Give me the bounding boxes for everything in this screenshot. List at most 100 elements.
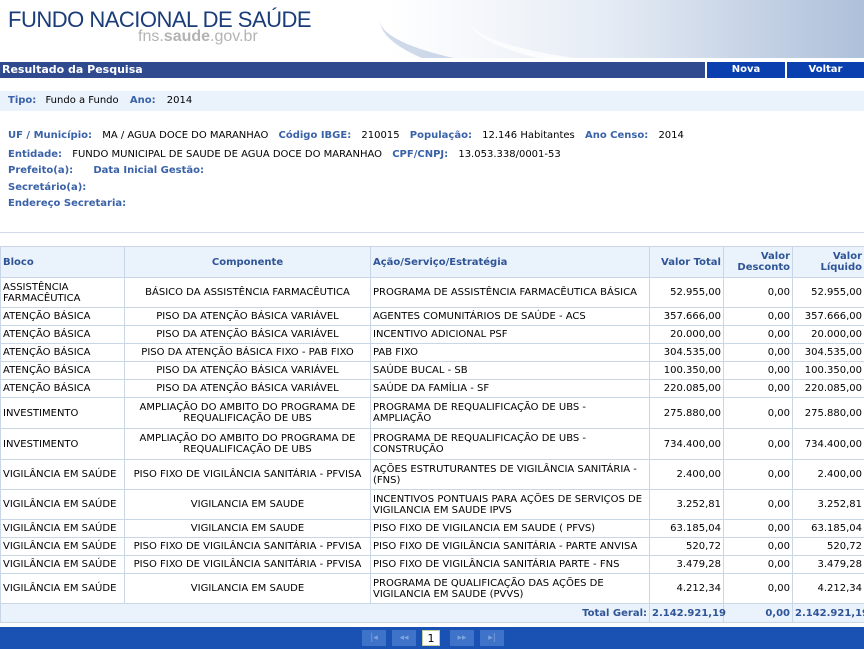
total-label: Total Geral:	[0, 603, 650, 623]
table-row: VIGILÂNCIA EM SAÚDE VIGILANCIA EM SAUDE IN…	[0, 489, 864, 520]
secretario-row: Secretário(a):	[8, 182, 93, 193]
first-page-button[interactable]: |◂	[362, 630, 386, 646]
cnpj-value: 13.053.338/0001-53	[458, 149, 561, 160]
cell-valor-total: 275.880,00	[649, 397, 724, 429]
site-url: fns.saude.gov.br	[138, 28, 258, 46]
cell-acao: INCENTIVO ADICIONAL PSF	[370, 325, 650, 344]
cell-acao: PISO FIXO DE VIGILÂNCIA SANITÁRIA PARTE …	[370, 555, 650, 574]
cell-acao: PROGRAMA DE ASSISTÊNCIA FARMACÊUTICA BÁS…	[370, 277, 650, 308]
cell-valor-liquido: 304.535,00	[792, 343, 864, 362]
table-row: VIGILÂNCIA EM SAÚDE VIGILANCIA EM SAUDE PI…	[0, 519, 864, 538]
cell-valor-liquido: 100.350,00	[792, 361, 864, 380]
cell-valor-desconto: 0,00	[723, 573, 793, 604]
site-header: FUNDO NACIONAL DE SAÚDE fns.saude.gov.br	[0, 0, 864, 58]
result-title: Resultado da Pesquisa	[2, 63, 143, 76]
cell-componente: PISO DA ATENÇÃO BÁSICA VARIÁVEL	[124, 379, 371, 398]
cell-valor-desconto: 0,00	[723, 277, 793, 308]
cell-valor-liquido: 2.400,00	[792, 459, 864, 490]
col-header-componente: Componente	[124, 246, 371, 278]
cell-componente: VIGILANCIA EM SAUDE	[124, 519, 371, 538]
cell-bloco: INVESTIMENTO	[0, 397, 125, 429]
cell-componente: BÁSICO DA ASSISTÊNCIA FARMACÊUTICA	[124, 277, 371, 308]
cell-componente: PISO FIXO DE VIGILÂNCIA SANITÁRIA - PFVI…	[124, 459, 371, 490]
table-body: ASSISTÊNCIA FARMACÊUTICA BÁSICO DA ASSIST…	[0, 277, 864, 623]
cell-acao: PROGRAMA DE REQUALIFICAÇÃO DE UBS - AMPL…	[370, 397, 650, 429]
cell-valor-liquido: 3.479,28	[792, 555, 864, 574]
table-row: ATENÇÃO BÁSICA PISO DA ATENÇÃO BÁSICA VAR…	[0, 325, 864, 344]
cell-acao: PAB FIXO	[370, 343, 650, 362]
col-header-valor-liquido: Valor Líquido	[792, 246, 864, 278]
cell-valor-desconto: 0,00	[723, 397, 793, 429]
cell-componente: PISO DA ATENÇÃO BÁSICA VARIÁVEL	[124, 361, 371, 380]
cell-acao: INCENTIVOS PONTUAIS PARA AÇÕES DE SERVIÇ…	[370, 489, 650, 520]
cell-valor-desconto: 0,00	[723, 325, 793, 344]
cell-bloco: VIGILÂNCIA EM SAÚDE	[0, 537, 125, 556]
current-page[interactable]: 1	[422, 630, 440, 646]
table-row: VIGILÂNCIA EM SAÚDE VIGILANCIA EM SAUDE PR…	[0, 573, 864, 604]
cell-valor-desconto: 0,00	[723, 537, 793, 556]
table-row: ATENÇÃO BÁSICA PISO DA ATENÇÃO BÁSICA VAR…	[0, 307, 864, 326]
total-row: Total Geral: 2.142.921,19 0,00 2.142.921,19	[0, 603, 864, 623]
cell-bloco: INVESTIMENTO	[0, 428, 125, 460]
cell-acao: AGENTES COMUNITÁRIOS DE SAÚDE - ACS	[370, 307, 650, 326]
col-header-acao: Ação/Serviço/Estratégia	[370, 246, 650, 278]
cell-valor-total: 304.535,00	[649, 343, 724, 362]
tipo-value: Fundo a Fundo	[45, 95, 119, 106]
data-inicial-label: Data Inicial Gestão:	[93, 165, 205, 176]
cell-valor-total: 220.085,00	[649, 379, 724, 398]
cell-valor-total: 4.212,34	[649, 573, 724, 604]
cell-componente: VIGILANCIA EM SAUDE	[124, 573, 371, 604]
cell-valor-liquido: 3.252,81	[792, 489, 864, 520]
cell-componente: PISO DA ATENÇÃO BÁSICA VARIÁVEL	[124, 307, 371, 326]
cell-bloco: VIGILÂNCIA EM SAÚDE	[0, 573, 125, 604]
prev-page-button[interactable]: ◂◂	[392, 630, 416, 646]
cell-acao: PROGRAMA DE REQUALIFICAÇÃO DE UBS - CONS…	[370, 428, 650, 460]
cell-bloco: ATENÇÃO BÁSICA	[0, 343, 125, 362]
cell-bloco: ATENÇÃO BÁSICA	[0, 379, 125, 398]
table-row: ASSISTÊNCIA FARMACÊUTICA BÁSICO DA ASSIST…	[0, 277, 864, 308]
cell-valor-liquido: 734.400,00	[792, 428, 864, 460]
cell-valor-total: 63.185,04	[649, 519, 724, 538]
table-row: VIGILÂNCIA EM SAÚDE PISO FIXO DE VIGILÂNC…	[0, 459, 864, 490]
secretario-label: Secretário(a):	[8, 182, 87, 193]
divider	[0, 232, 864, 233]
cell-bloco: ASSISTÊNCIA FARMACÊUTICA	[0, 277, 125, 308]
cell-valor-desconto: 0,00	[723, 519, 793, 538]
last-page-button[interactable]: ▸|	[480, 630, 504, 646]
populacao-label: População:	[409, 130, 472, 141]
col-header-valor-desconto: Valor Desconto	[723, 246, 793, 278]
endereco-row: Endereço Secretaria:	[8, 198, 133, 209]
site-url-prefix: fns.	[138, 28, 164, 45]
cell-valor-desconto: 0,00	[723, 459, 793, 490]
uf-label: UF / Município:	[8, 130, 92, 141]
populacao-value: 12.146 Habitantes	[482, 130, 575, 141]
cell-bloco: ATENÇÃO BÁSICA	[0, 307, 125, 326]
cell-acao: PISO FIXO DE VIGILANCIA EM SAUDE ( PFVS)	[370, 519, 650, 538]
site-url-suffix: .gov.br	[210, 28, 258, 45]
table-row: VIGILÂNCIA EM SAÚDE PISO FIXO DE VIGILÂNC…	[0, 537, 864, 556]
cell-valor-total: 52.955,00	[649, 277, 724, 308]
header-decoration	[470, 0, 864, 58]
total-valor-liquido: 2.142.921,19	[792, 603, 864, 623]
table-header-row: Bloco Componente Ação/Serviço/Estratégia…	[0, 246, 864, 278]
cell-componente: PISO FIXO DE VIGILÂNCIA SANITÁRIA - PFVI…	[124, 537, 371, 556]
cell-valor-total: 520,72	[649, 537, 724, 556]
total-valor-desconto: 0,00	[723, 603, 793, 623]
cell-valor-liquido: 220.085,00	[792, 379, 864, 398]
cell-acao: SAÚDE BUCAL - SB	[370, 361, 650, 380]
voltar-button[interactable]: Voltar	[785, 62, 864, 78]
cell-componente: VIGILANCIA EM SAUDE	[124, 489, 371, 520]
cell-bloco: VIGILÂNCIA EM SAÚDE	[0, 489, 125, 520]
cell-componente: PISO DA ATENÇÃO BÁSICA FIXO - PAB FIXO	[124, 343, 371, 362]
cnpj-label: CPF/CNPJ:	[392, 149, 449, 160]
next-page-button[interactable]: ▸▸	[450, 630, 474, 646]
nova-consulta-button[interactable]: Nova Consulta	[705, 62, 785, 91]
cell-valor-desconto: 0,00	[723, 489, 793, 520]
col-header-valor-total: Valor Total	[649, 246, 724, 278]
entity-row: Entidade: FUNDO MUNICIPAL DE SAUDE DE AG…	[8, 149, 568, 160]
table-row: INVESTIMENTO AMPLIAÇÃO DO AMBITO DO PROGR…	[0, 428, 864, 460]
cell-valor-total: 3.252,81	[649, 489, 724, 520]
results-table: Bloco Componente Ação/Serviço/Estratégia…	[0, 246, 864, 623]
pager: |◂ ◂◂ 1 ▸▸ ▸|	[0, 627, 864, 649]
cell-acao: SAÚDE DA FAMÍLIA - SF	[370, 379, 650, 398]
